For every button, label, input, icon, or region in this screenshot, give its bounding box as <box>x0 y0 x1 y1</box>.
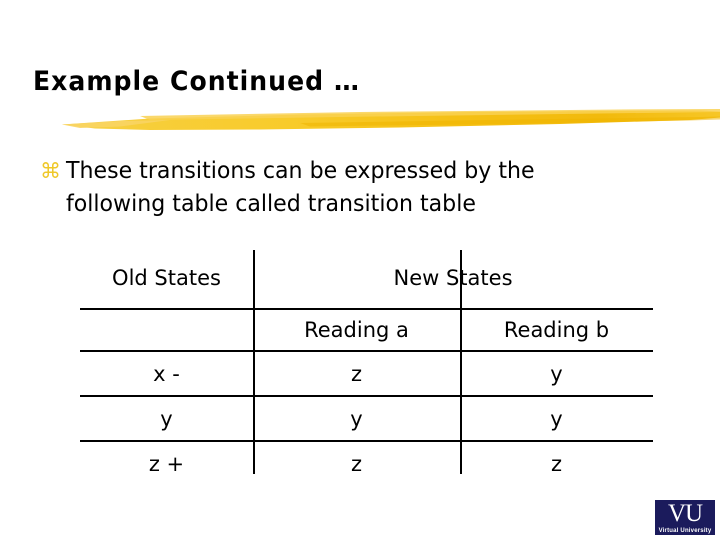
logo-mark-text: VU <box>667 500 703 527</box>
column-header-blank <box>80 309 253 352</box>
list-item: ⌘ These transitions can be expressed by … <box>40 155 640 221</box>
bullet-text: These transitions can be expressed by th… <box>66 155 617 221</box>
slide: Example Continued … ⌘ These transitions … <box>0 0 720 540</box>
table-row: x - z y <box>80 351 654 397</box>
cell-old-state: x - <box>80 351 253 397</box>
transition-table-container: Old States New States Reading a Reading … <box>80 248 654 476</box>
table-row: z + z z <box>80 441 653 485</box>
transition-table: Old States New States Reading a Reading … <box>80 248 654 485</box>
cell-reading-b: y <box>460 396 654 442</box>
column-header-reading-a: Reading a <box>253 309 460 352</box>
cell-reading-b: z <box>550 451 563 476</box>
table-vertical-divider-1 <box>253 250 255 474</box>
column-header-new-states: New States <box>253 248 654 310</box>
bullet-clover-icon: ⌘ <box>40 159 61 183</box>
cell-reading-a: z <box>253 351 460 397</box>
cell-old-state: z + <box>148 451 185 476</box>
cell-reading-a: y <box>253 396 460 442</box>
page-title: Example Continued … <box>33 66 361 97</box>
title-underline-brushstroke <box>62 109 720 130</box>
table-header-group-row: Old States New States <box>80 248 654 310</box>
column-header-reading-b: Reading b <box>460 309 654 352</box>
cell-reading-a: z <box>350 451 363 476</box>
bullet-text-line-2: following table called transition table <box>66 191 476 217</box>
logo-subtitle-text: Virtual University <box>658 528 712 534</box>
table-header-sub-row: Reading a Reading b <box>80 309 654 352</box>
bullet-text-line-1: These transitions can be expressed by th… <box>66 158 535 184</box>
table-vertical-divider-2 <box>460 250 462 474</box>
column-header-old-states: Old States <box>80 248 253 310</box>
cell-old-state: y <box>80 396 253 442</box>
vu-logo: VU Virtual University <box>655 500 715 535</box>
cell-reading-b: y <box>460 351 654 397</box>
table-row: y y y <box>80 396 654 442</box>
bullet-list: ⌘ These transitions can be expressed by … <box>40 155 640 221</box>
